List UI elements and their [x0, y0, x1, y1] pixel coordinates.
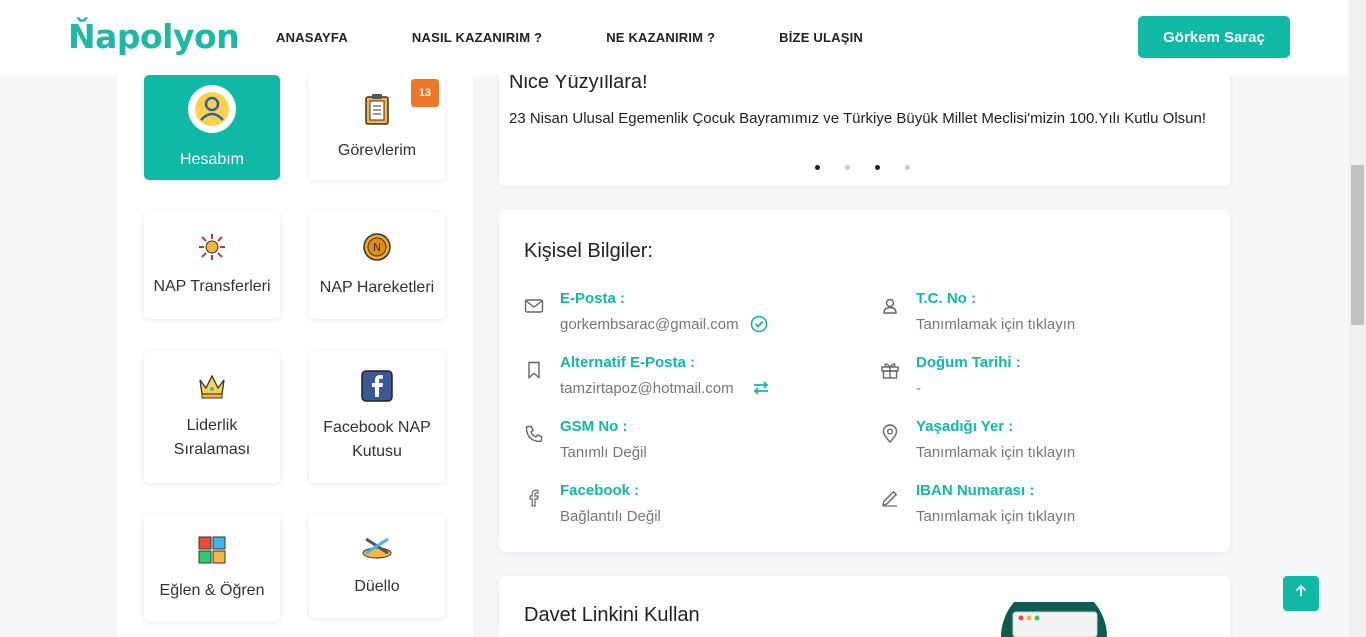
nav-home[interactable]: ANASAYFA	[276, 30, 348, 45]
header: Ňapolyon ANASAYFA NASIL KAZANIRIM ? NE K…	[0, 0, 1349, 75]
field-value: Tanımlı Değil	[560, 444, 647, 461]
carousel-dot[interactable]	[875, 165, 880, 170]
invite-title: Davet Linkini Kullan	[524, 604, 700, 626]
facebook-icon	[361, 370, 393, 410]
field-value: Tanımlamak için tıklayın	[916, 444, 1076, 461]
field-value: Bağlantılı Değil	[560, 508, 661, 525]
coin-icon: N	[362, 232, 392, 270]
gift-icon	[880, 360, 900, 380]
transfer-icon	[198, 233, 226, 269]
tc-no-field[interactable]: T.C. No : Tanımlamak için tıklayın	[880, 290, 1210, 340]
personal-info-title: Kişisel Bilgiler:	[524, 240, 653, 262]
bookmark-icon	[524, 360, 544, 380]
svg-text:N: N	[373, 241, 381, 254]
field-value: Tanımlamak için tıklayın	[916, 316, 1076, 333]
gsm-field[interactable]: GSM No : Tanımlı Değil	[524, 418, 854, 468]
person-icon	[880, 296, 900, 316]
announcement-card: Nice Yüzyıllara! 23 Nisan Ulusal Egemenl…	[499, 68, 1230, 186]
page-scrollbar-thumb[interactable]	[1351, 165, 1364, 325]
task-count-badge: 13	[410, 79, 439, 107]
tile-account[interactable]: Hesabım	[144, 75, 280, 180]
crown-icon	[197, 372, 227, 408]
field-label: GSM No :	[560, 418, 628, 435]
user-circle-icon	[187, 84, 237, 142]
puzzle-icon	[197, 535, 227, 573]
alt-email-field[interactable]: Alternatif E-Posta : tamzirtapoz@hotmail…	[524, 354, 854, 404]
nav-what-to-earn[interactable]: NE KAZANIRIM ?	[606, 30, 715, 45]
tile-label: Düello	[354, 577, 400, 595]
iban-field[interactable]: IBAN Numarası : Tanımlamak için tıklayın	[880, 482, 1210, 532]
facebook-f-icon	[524, 488, 544, 508]
field-value: Tanımlamak için tıklayın	[916, 508, 1076, 525]
field-value: -	[916, 380, 921, 397]
invite-card: Davet Linkini Kullan	[499, 576, 1230, 637]
tile-label: Eğlen & Öğren	[159, 581, 265, 599]
field-label: Yaşadığı Yer :	[916, 418, 1014, 435]
phone-icon	[524, 424, 544, 444]
residence-field[interactable]: Yaşadığı Yer : Tanımlamak için tıklayın	[880, 418, 1210, 468]
swap-icon[interactable]	[752, 379, 770, 402]
carousel-dot[interactable]	[905, 165, 910, 170]
scroll-to-top-button[interactable]	[1283, 576, 1319, 611]
facebook-field[interactable]: Facebook : Bağlantılı Değil	[524, 482, 854, 532]
field-label: E-Posta :	[560, 290, 626, 307]
tile-label: Görevlerim	[337, 141, 417, 159]
tile-label: NAP Hareketleri	[319, 278, 435, 296]
field-label: Doğum Tarihi :	[916, 354, 1021, 371]
carousel-dot[interactable]	[845, 165, 850, 170]
main-nav: ANASAYFA NASIL KAZANIRIM ? NE KAZANIRIM …	[276, 30, 927, 45]
sidebar: Hesabım 13 Görevlerim NAP Transferleri N…	[118, 75, 473, 637]
carousel-dot[interactable]	[815, 165, 820, 170]
tile-label: NAP Transferleri	[153, 277, 271, 295]
duel-icon	[361, 535, 393, 569]
tile-label: Hesabım	[179, 150, 245, 168]
tile-label: Facebook NAP Kutusu	[323, 419, 431, 460]
tile-nap-movements[interactable]: N NAP Hareketleri	[309, 212, 445, 319]
field-label: Alternatif E-Posta :	[560, 354, 696, 371]
nav-how-to-earn[interactable]: NASIL KAZANIRIM ?	[412, 30, 542, 45]
field-label: T.C. No :	[916, 290, 976, 307]
invite-illustration-icon	[999, 584, 1109, 637]
logo[interactable]: Ňapolyon	[68, 17, 240, 56]
tile-leaderboard[interactable]: Liderlik Sıralaması	[144, 351, 280, 483]
birth-date-field[interactable]: Doğum Tarihi : -	[880, 354, 1210, 404]
nav-contact[interactable]: BİZE ULAŞIN	[779, 30, 863, 45]
field-label: Facebook :	[560, 482, 640, 499]
tile-facebook-nap-box[interactable]: Facebook NAP Kutusu	[309, 351, 445, 483]
field-value: tamzirtapoz@hotmail.com	[560, 380, 734, 397]
user-account-button[interactable]: Görkem Saraç	[1138, 16, 1290, 58]
clipboard-icon	[364, 93, 390, 133]
location-pin-icon	[880, 424, 900, 444]
arrow-up-icon	[1294, 584, 1308, 603]
verified-check-icon	[750, 315, 768, 338]
field-value: gorkembsarac@gmail.com	[560, 316, 739, 333]
tile-nap-transfers[interactable]: NAP Transferleri	[144, 212, 280, 319]
announcement-text: 23 Nisan Ulusal Egemenlik Çocuk Bayramım…	[509, 110, 1207, 127]
mail-icon	[524, 296, 544, 316]
email-field[interactable]: E-Posta : gorkembsarac@gmail.com	[524, 290, 854, 340]
tile-label: Liderlik Sıralaması	[173, 417, 251, 458]
pencil-icon	[880, 488, 900, 508]
tile-tasks[interactable]: 13 Görevlerim	[309, 75, 445, 180]
field-label: IBAN Numarası :	[916, 482, 1035, 499]
personal-info-card: Kişisel Bilgiler: E-Posta : gorkembsarac…	[499, 210, 1230, 552]
tile-fun-learn[interactable]: Eğlen & Öğren	[144, 515, 280, 622]
tile-duel[interactable]: Düello	[309, 515, 445, 618]
carousel-dots	[815, 165, 935, 170]
